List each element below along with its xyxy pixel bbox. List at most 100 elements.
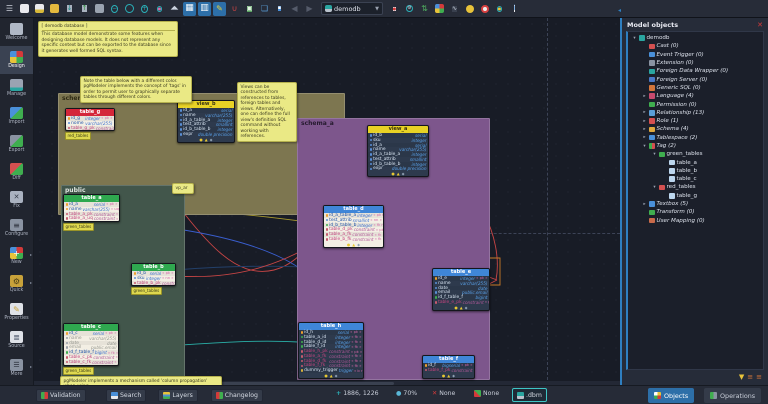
arrange-tool-icon[interactable]: ❏ [258,2,271,16]
tree-item-generic-sql[interactable]: Generic SQL (0) [628,84,763,92]
relationship-indicator[interactable]: ✕ None [432,390,455,397]
tree-expand-icon[interactable]: ▸ [642,94,647,99]
statusbar-tab-changelog[interactable]: Changelog [211,389,263,402]
sidebar-item-manage[interactable]: Manage [0,74,33,102]
find-object-icon[interactable]: ⚙ [403,2,416,16]
print-model-icon[interactable] [93,2,106,16]
tree-item-foreign-server[interactable]: Foreign Server (0) [628,75,763,83]
table-table_h[interactable]: table_hid_hserial« pk »table_a_idinteger… [298,322,364,379]
tree-item-tag[interactable]: ▾Tag (2) [628,142,763,150]
table-table_f[interactable]: table_fid_fbigserial« pk »table_f_pkcons… [422,355,475,379]
select-area-icon[interactable]: ▣ [243,2,256,16]
sponsor-icon[interactable]: ● [493,2,506,16]
tag-label-green_tables[interactable]: green_tables [63,223,94,231]
edit-mode-icon[interactable]: ✎ [213,2,226,16]
note-small[interactable]: vp_ar [172,183,194,194]
sidebar-item-more[interactable]: ☰More▸ [0,354,33,382]
tree-item-table-b[interactable]: table_b [628,167,763,175]
tree-item-demodb[interactable]: ▾demodb [628,34,763,42]
tree-expand-icon[interactable]: ▸ [642,202,647,207]
new-sql-icon[interactable]: ● [388,2,401,16]
table-table_a[interactable]: table_aid_aserial« pk »namevarchar(255)«… [63,194,120,222]
table-view_a[interactable]: view_aid_bserialskuintegerid_aserialname… [367,125,429,177]
tree-item-schema[interactable]: ▸Schema (4) [628,125,763,133]
magnet-tool-icon[interactable]: ∪ [228,2,241,16]
table-table_g[interactable]: table_gid_ginteger« pk »nomevarchar(255)… [65,108,115,131]
table-view_b[interactable]: view_bid_aserialnamevarchar(255)id_a_tab… [177,100,235,143]
about-icon[interactable]: i [508,2,521,16]
save-model-icon[interactable] [33,2,46,16]
nav-back-icon[interactable]: ◀ [288,2,301,16]
panel-collapse-icon[interactable]: ◂ [618,7,621,14]
statusbar-tab-search[interactable]: Search [106,389,146,402]
tag-label-red_tables[interactable]: red_tables [65,132,91,140]
plugins-icon[interactable] [433,2,446,16]
zoom-in-icon[interactable]: + [138,2,151,16]
magnifier-icon[interactable]: ● [153,2,166,16]
donate-icon[interactable] [463,2,476,16]
tree-expand-icon[interactable]: ▾ [652,185,657,190]
swap-ids-icon[interactable]: ⇅ [418,2,431,16]
export-model-icon[interactable]: ↑ [78,2,91,16]
zoom-original-icon[interactable] [123,2,136,16]
sidebar-item-export[interactable]: Export [0,130,33,158]
tree-item-event-trigger[interactable]: Event Trigger (0) [628,51,763,59]
tree-item-permission[interactable]: Permission (0) [628,100,763,108]
note-propagation[interactable]: pgModeler implements a mechanism called … [60,376,222,385]
tag-label-green_tables[interactable]: green_tables [63,367,94,375]
note-demodb[interactable]: [ demodb database ]This database model d… [38,21,178,57]
panel-tab-operations[interactable]: Operations [704,388,761,403]
nav-forward-icon[interactable]: ▶ [303,2,316,16]
grid-toggle-icon[interactable]: ▦ [183,2,196,16]
table-table_e[interactable]: table_eid_einteger« pk »namevarchar(255)… [432,268,490,311]
tree-item-table-c[interactable]: table_c [628,175,763,183]
panel-tab-objects[interactable]: Objects [648,388,694,403]
sidebar-item-design[interactable]: Design [0,46,33,74]
sidebar-item-welcome[interactable]: Welcome [0,18,33,46]
tree-item-user-mapping[interactable]: User Mapping (0) [628,217,763,225]
note-views[interactable]: Views can be constructed from references… [237,82,297,142]
support-icon[interactable] [478,2,491,16]
symmetry-icon[interactable]: ◢◣ [168,2,181,16]
plugin-connector-icon[interactable]: ∿ [448,2,461,16]
tree-item-relationship[interactable]: ▸Relationship (13) [628,109,763,117]
sidebar-item-import[interactable]: Import [0,102,33,130]
file-type-badge[interactable]: .dbm [512,388,547,402]
tree-item-cast[interactable]: Cast (0) [628,42,763,50]
new-model-icon[interactable] [18,2,31,16]
column-row[interactable]: table_c_fkconstraint« fk » [64,360,118,365]
tree-item-red-tables[interactable]: ▾red_tables [628,183,763,191]
tree-item-green-tables[interactable]: ▾green_tables [628,150,763,158]
tree-item-table-g[interactable]: table_g [628,192,763,200]
sidebar-item-quick[interactable]: ⚙Quick▸ [0,270,33,298]
tree-item-table-a[interactable]: table_a [628,158,763,166]
menu-icon[interactable]: ☰ [3,2,16,16]
tree-expand-icon[interactable]: ▾ [642,144,647,149]
sidebar-item-source[interactable]: ≣Source [0,326,33,354]
tag-label-green_tables[interactable]: green_tables [131,287,162,295]
statusbar-tab-validation[interactable]: Validation [36,389,86,402]
layer-indicator[interactable]: None [474,390,499,397]
statusbar-tab-layers[interactable]: Layers [158,389,197,402]
zoom-out-icon[interactable]: − [108,2,121,16]
note-tags[interactable]: Note the table below with a different co… [80,76,192,103]
sidebar-item-diff[interactable]: Diff [0,158,33,186]
tree-expand-icon[interactable]: ▸ [642,110,647,115]
sidebar-item-configure[interactable]: ≡Configure [0,214,33,242]
comments-icon[interactable]: ▪ [273,2,286,16]
sidebar-item-properties[interactable]: ✎Properties [0,298,33,326]
sidebar-item-fix[interactable]: ✕Fix [0,186,33,214]
tree-item-language[interactable]: ▸Language (4) [628,92,763,100]
objects-list-alt-icon[interactable]: ≡ [756,374,762,381]
tree-expand-icon[interactable]: ▸ [642,119,647,124]
column-row[interactable]: table_a_uqconstraint« uq » [64,216,119,221]
tree-item-extension[interactable]: Extension (0) [628,59,763,67]
filter-icon[interactable]: ▼ [739,374,744,381]
tree-expand-icon[interactable]: ▸ [642,135,647,140]
model-selector-dropdown[interactable]: demodb▼ [321,2,383,15]
delimiters-toggle-icon[interactable]: ▥ [198,2,211,16]
tree-expand-icon[interactable]: ▾ [652,152,657,157]
tree-item-tablespace[interactable]: ▸Tablespace (2) [628,134,763,142]
sidebar-item-new[interactable]: +New▸ [0,242,33,270]
table-table_c[interactable]: table_cid_cserial« pk »namevarchar(255)d… [63,323,119,366]
